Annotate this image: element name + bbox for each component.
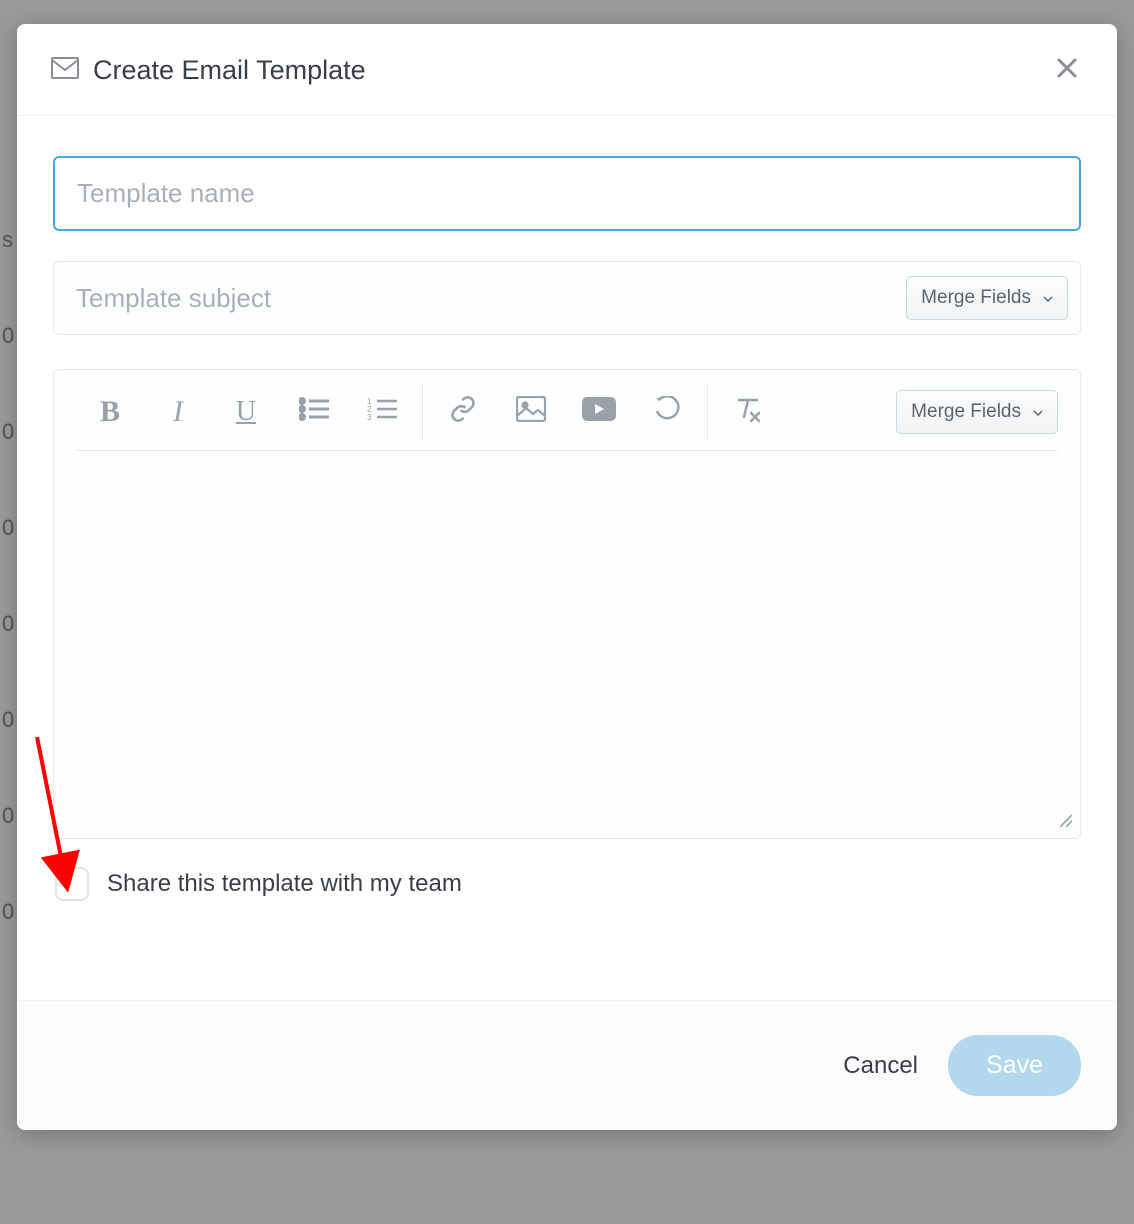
undo-icon	[654, 396, 680, 429]
ordered-list-button[interactable]: 1 2 3	[348, 384, 416, 440]
unordered-list-button[interactable]	[280, 384, 348, 440]
video-icon	[582, 397, 616, 428]
editor-content-area[interactable]	[54, 451, 1080, 838]
rich-text-editor: B I U	[53, 369, 1081, 839]
italic-icon: I	[173, 395, 183, 429]
clear-format-icon	[733, 395, 763, 430]
underline-button[interactable]: U	[212, 384, 280, 440]
bold-icon: B	[100, 395, 120, 429]
modal-footer: Cancel Save	[17, 1000, 1117, 1130]
template-subject-input[interactable]	[76, 262, 906, 334]
undo-button[interactable]	[633, 384, 701, 440]
save-button[interactable]: Save	[948, 1035, 1081, 1096]
ordered-list-icon: 1 2 3	[367, 397, 397, 428]
resize-handle[interactable]	[1056, 811, 1072, 832]
merge-fields-button-body[interactable]: Merge Fields	[896, 390, 1058, 434]
modal-header: Create Email Template	[17, 24, 1117, 116]
modal-body: Merge Fields B I U	[17, 116, 1117, 1000]
image-button[interactable]	[497, 384, 565, 440]
share-checkbox[interactable]	[55, 867, 89, 901]
underline-icon: U	[236, 396, 256, 428]
svg-text:3: 3	[367, 413, 372, 421]
close-icon	[1055, 67, 1079, 84]
toolbar-separator	[422, 384, 423, 440]
chevron-down-icon	[1043, 287, 1053, 309]
link-button[interactable]	[429, 384, 497, 440]
bold-button[interactable]: B	[76, 384, 144, 440]
unordered-list-icon	[299, 397, 329, 428]
share-label: Share this template with my team	[107, 870, 462, 898]
italic-button[interactable]: I	[144, 384, 212, 440]
merge-fields-button-subject[interactable]: Merge Fields	[906, 276, 1068, 320]
link-icon	[449, 395, 477, 430]
close-button[interactable]	[1051, 52, 1083, 89]
video-button[interactable]	[565, 384, 633, 440]
mail-icon	[51, 57, 79, 84]
image-icon	[516, 396, 546, 429]
subject-row: Merge Fields	[53, 261, 1081, 335]
create-email-template-modal: Create Email Template Merge Fields	[17, 24, 1117, 1130]
toolbar-separator	[707, 384, 708, 440]
share-row: Share this template with my team	[53, 867, 1081, 901]
clear-format-button[interactable]	[714, 384, 782, 440]
chevron-down-icon	[1033, 401, 1043, 423]
editor-toolbar: B I U	[54, 370, 1080, 440]
modal-title: Create Email Template	[93, 55, 1051, 86]
cancel-button[interactable]: Cancel	[843, 1052, 918, 1080]
merge-fields-label: Merge Fields	[911, 401, 1021, 423]
template-name-input[interactable]	[53, 156, 1081, 231]
merge-fields-label: Merge Fields	[921, 287, 1031, 309]
